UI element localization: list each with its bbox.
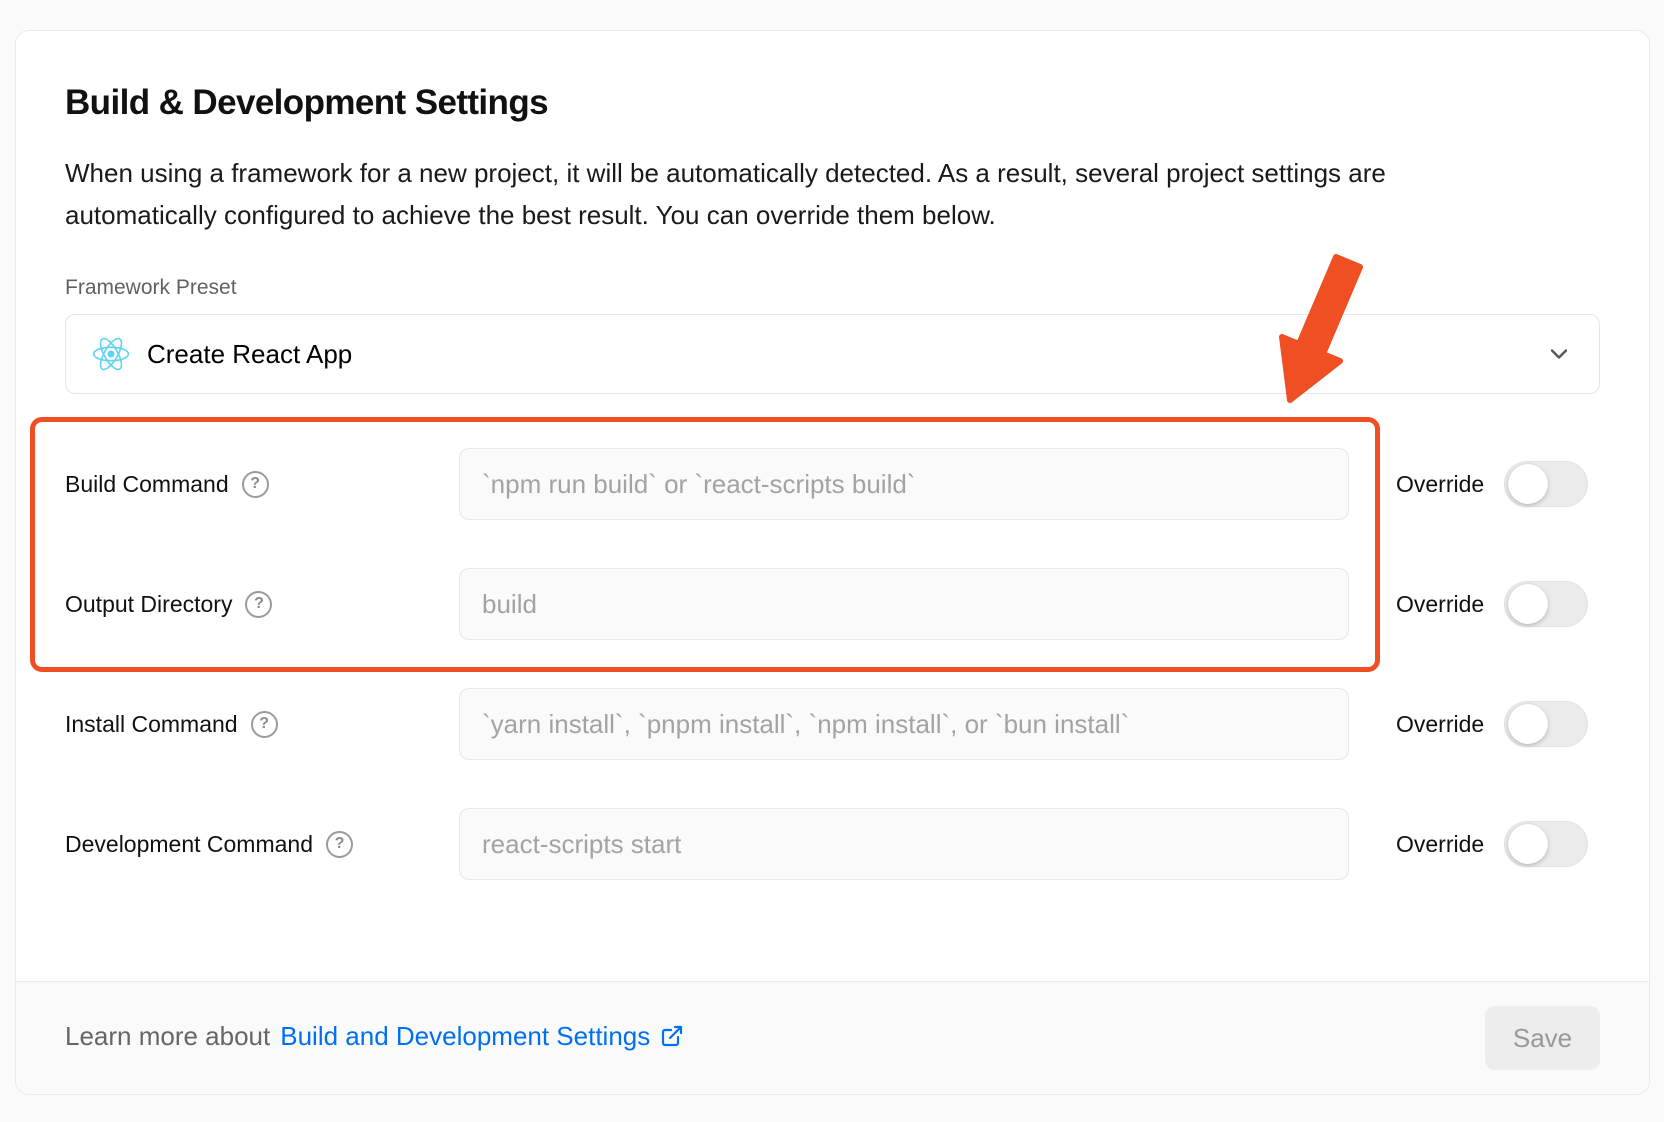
help-icon[interactable]: ? <box>326 831 353 858</box>
toggle-knob <box>1508 824 1548 864</box>
external-link-icon <box>660 1024 684 1054</box>
framework-selected-value: Create React App <box>147 339 352 370</box>
row-build-command: Build Command ? Override <box>65 448 1600 520</box>
react-logo-icon <box>92 336 130 372</box>
framework-preset-label: Framework Preset <box>65 276 1600 300</box>
override-label: Override <box>1396 831 1484 858</box>
output-directory-input[interactable] <box>459 568 1349 640</box>
footer-text: Learn more about Build and Development Se… <box>65 1021 684 1055</box>
toggle-knob <box>1508 464 1548 504</box>
override-label: Override <box>1396 471 1484 498</box>
row-install-command: Install Command ? Override <box>65 688 1600 760</box>
build-command-override-toggle[interactable] <box>1504 461 1588 507</box>
page-description: When using a framework for a new project… <box>65 152 1525 236</box>
row-output-directory: Output Directory ? Override <box>65 568 1600 640</box>
card-footer: Learn more about Build and Development Se… <box>16 981 1649 1094</box>
install-command-override-toggle[interactable] <box>1504 701 1588 747</box>
row-development-command: Development Command ? Override <box>65 808 1600 880</box>
save-button[interactable]: Save <box>1485 1006 1600 1070</box>
build-settings-card: Build & Development Settings When using … <box>15 30 1650 1095</box>
help-icon[interactable]: ? <box>245 591 272 618</box>
settings-rows: Build Command ? Override Output Director… <box>65 448 1600 880</box>
build-command-label: Build Command <box>65 471 229 498</box>
card-body: Build & Development Settings When using … <box>16 31 1649 981</box>
output-directory-override-toggle[interactable] <box>1504 581 1588 627</box>
docs-link[interactable]: Build and Development Settings <box>280 1021 684 1051</box>
development-command-input[interactable] <box>459 808 1349 880</box>
help-icon[interactable]: ? <box>251 711 278 738</box>
override-label: Override <box>1396 711 1484 738</box>
build-command-input[interactable] <box>459 448 1349 520</box>
help-icon[interactable]: ? <box>242 471 269 498</box>
install-command-label: Install Command <box>65 711 238 738</box>
page-title: Build & Development Settings <box>65 85 1600 120</box>
toggle-knob <box>1508 704 1548 744</box>
install-command-input[interactable] <box>459 688 1349 760</box>
output-directory-label: Output Directory <box>65 591 232 618</box>
toggle-knob <box>1508 584 1548 624</box>
development-command-label: Development Command <box>65 831 313 858</box>
override-label: Override <box>1396 591 1484 618</box>
chevron-down-icon <box>1545 340 1573 368</box>
development-command-override-toggle[interactable] <box>1504 821 1588 867</box>
footer-text-prefix: Learn more about <box>65 1021 270 1051</box>
docs-link-label: Build and Development Settings <box>280 1021 650 1051</box>
framework-preset-select[interactable]: Create React App <box>65 314 1600 394</box>
